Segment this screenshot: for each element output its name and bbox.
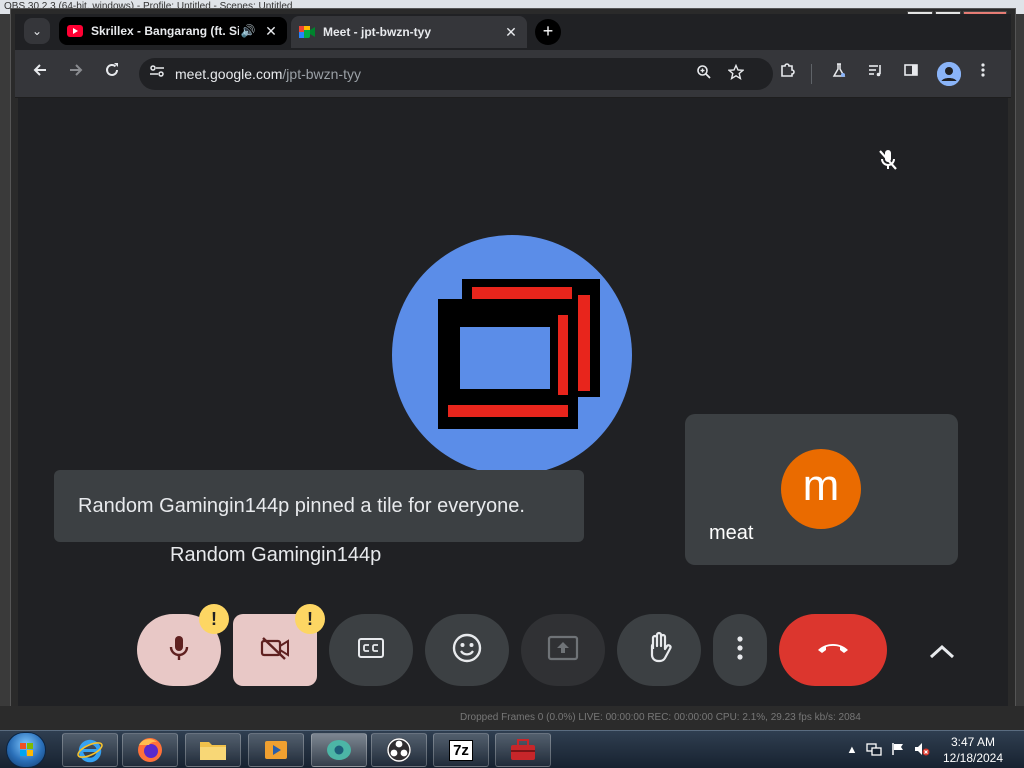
raise-hand-icon: [644, 631, 674, 670]
meet-stage: Random Gamingin144p Random Gamingin144p …: [18, 98, 1008, 710]
speaker-icon[interactable]: 🔊: [239, 24, 257, 38]
chevron-up-icon[interactable]: [924, 634, 960, 670]
browser-toolbar: meet.google.com/jpt-bwzn-tyy: [15, 50, 1011, 98]
close-tab-icon[interactable]: ✕: [263, 23, 279, 40]
zoom-icon[interactable]: [693, 64, 715, 84]
captions-button[interactable]: [329, 614, 413, 686]
close-tab-icon[interactable]: ✕: [503, 24, 519, 41]
sevenzip-icon[interactable]: 7z: [433, 733, 489, 767]
leave-call-button[interactable]: [779, 614, 887, 686]
address-bar[interactable]: meet.google.com/jpt-bwzn-tyy: [139, 58, 773, 90]
more-vert-icon: [736, 635, 744, 666]
sevenzip-label: 7z: [449, 739, 473, 761]
show-hidden-icons[interactable]: ▲: [844, 742, 860, 758]
self-avatar: m: [781, 449, 861, 529]
media-player-icon[interactable]: [248, 733, 304, 767]
reactions-button[interactable]: [425, 614, 509, 686]
self-name: meat: [709, 522, 754, 544]
url-path: /jpt-bwzn-tyy: [282, 66, 361, 82]
self-view-tile[interactable]: m meat: [685, 414, 958, 565]
media-controls-icon[interactable]: [863, 62, 887, 86]
camera-button[interactable]: !: [233, 604, 325, 686]
system-tray: ▲ 3:47 AM 12/18/2024: [842, 731, 1024, 768]
clock-time: 3:47 AM: [950, 735, 996, 749]
youtube-icon: [67, 23, 83, 39]
microphone-icon: [166, 633, 192, 668]
start-button[interactable]: [6, 732, 46, 768]
camera-warning-badge: !: [295, 604, 325, 634]
emoji-icon: [451, 632, 483, 669]
chrome-taskbar-icon[interactable]: [311, 733, 367, 767]
extensions-icon[interactable]: [775, 62, 799, 86]
labs-flask-icon[interactable]: [827, 62, 851, 86]
tab-youtube[interactable]: Skrillex - Bangarang (ft. Sirah) 🔊 ✕: [59, 17, 287, 45]
chrome-menu-icon[interactable]: [971, 62, 995, 86]
new-tab-button[interactable]: +: [535, 19, 561, 45]
tab-title: Skrillex - Bangarang (ft. Sirah): [91, 24, 239, 38]
tab-title: Meet - jpt-bwzn-tyy: [323, 25, 431, 39]
obs-studio-icon[interactable]: [371, 733, 427, 767]
site-settings-icon[interactable]: [147, 64, 167, 84]
forward-icon[interactable]: [64, 62, 88, 86]
raise-hand-button[interactable]: [617, 614, 701, 686]
hang-up-icon: [815, 640, 851, 661]
side-panel-icon[interactable]: [899, 62, 923, 86]
pinned-notification: Random Gamingin144p pinned a tile for ev…: [54, 470, 584, 542]
closed-captions-icon: [357, 637, 385, 664]
desktop: OBS 30.2.3 (64-bit, windows) - Profile: …: [0, 0, 1024, 768]
google-meet-icon: [299, 24, 315, 40]
file-explorer-icon[interactable]: [185, 733, 241, 767]
tab-meet[interactable]: Meet - jpt-bwzn-tyy ✕: [291, 16, 527, 48]
bookmark-star-icon[interactable]: [725, 63, 747, 84]
present-screen-button[interactable]: [521, 614, 605, 686]
more-options-button[interactable]: [713, 614, 767, 686]
toolbox-app-icon[interactable]: [495, 733, 551, 767]
obs-status-bar: Dropped Frames 0 (0.0%) LIVE: 00:00:00 R…: [0, 706, 1024, 730]
tab-bar: ⌄ Skrillex - Bangarang (ft. Sirah) 🔊 ✕ M…: [15, 14, 1011, 50]
mic-warning-badge: !: [199, 604, 229, 634]
taskbar-clock[interactable]: 3:47 AM 12/18/2024: [940, 734, 1006, 766]
firefox-icon[interactable]: [122, 733, 178, 767]
windows-taskbar: 7z ▲ 3:47 AM 12/18/2024: [0, 730, 1024, 768]
network-icon[interactable]: [866, 742, 882, 758]
reload-icon[interactable]: [100, 62, 124, 86]
tab-search-button[interactable]: ⌄: [24, 18, 50, 44]
back-icon[interactable]: [28, 62, 52, 86]
muted-mic-icon: [874, 146, 902, 174]
microphone-button[interactable]: !: [137, 604, 229, 686]
action-center-flag-icon[interactable]: [890, 742, 906, 758]
present-screen-icon: [547, 635, 579, 666]
profile-avatar[interactable]: [937, 62, 961, 86]
toolbar-divider: [811, 64, 812, 84]
participant-name: Random Gamingin144p: [170, 544, 382, 566]
url-text[interactable]: meet.google.com/jpt-bwzn-tyy: [175, 66, 361, 82]
clock-date: 12/18/2024: [942, 751, 1004, 765]
participant-avatar: [392, 235, 632, 475]
volume-muted-icon[interactable]: [914, 742, 930, 758]
internet-explorer-icon[interactable]: [62, 733, 118, 767]
camera-off-icon: [258, 634, 292, 667]
url-domain: meet.google.com: [175, 66, 283, 82]
